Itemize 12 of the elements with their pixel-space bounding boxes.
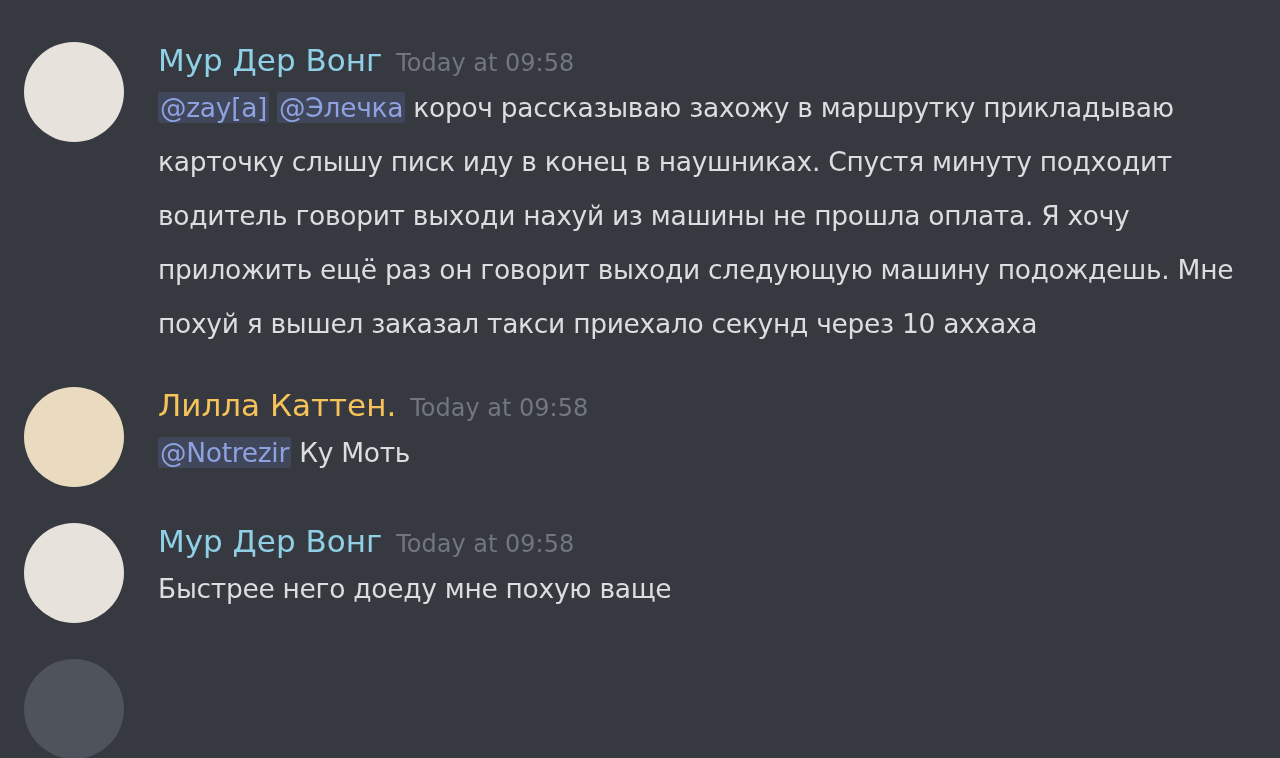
message-text: @zay[a] @Элечка короч рассказываю захожу в маршрутку прикладываю карточку слышу писк иду в конец в наушниках. Спустя минуту подходит водитель говорит выходи нахуй из машины не прошла оплата. Я хочу приложить ещё раз он говорит выходи следующую машину подождешь. Мне похуй я вышел заказал такси приехало секунд через 10 аххаха [158,91,1235,341]
user-mention[interactable]: @Notrezir [158,437,291,468]
message-text: @Notrezir Ку Моть [158,436,412,470]
username[interactable]: Мур Дер Вонг [158,42,383,80]
username[interactable]: Лилла Каттен. [158,387,397,425]
user-mention[interactable]: @zay[a] [158,92,270,123]
timestamp: Today at 09:58 [396,48,575,79]
username[interactable]: Мур Дер Вонг [158,523,383,561]
message-text: Быстрее него доеду мне похую ваще [158,572,673,606]
timestamp: Today at 09:58 [410,393,589,424]
user-mention[interactable]: @Элечка [277,92,406,123]
timestamp: Today at 09:58 [396,529,575,560]
